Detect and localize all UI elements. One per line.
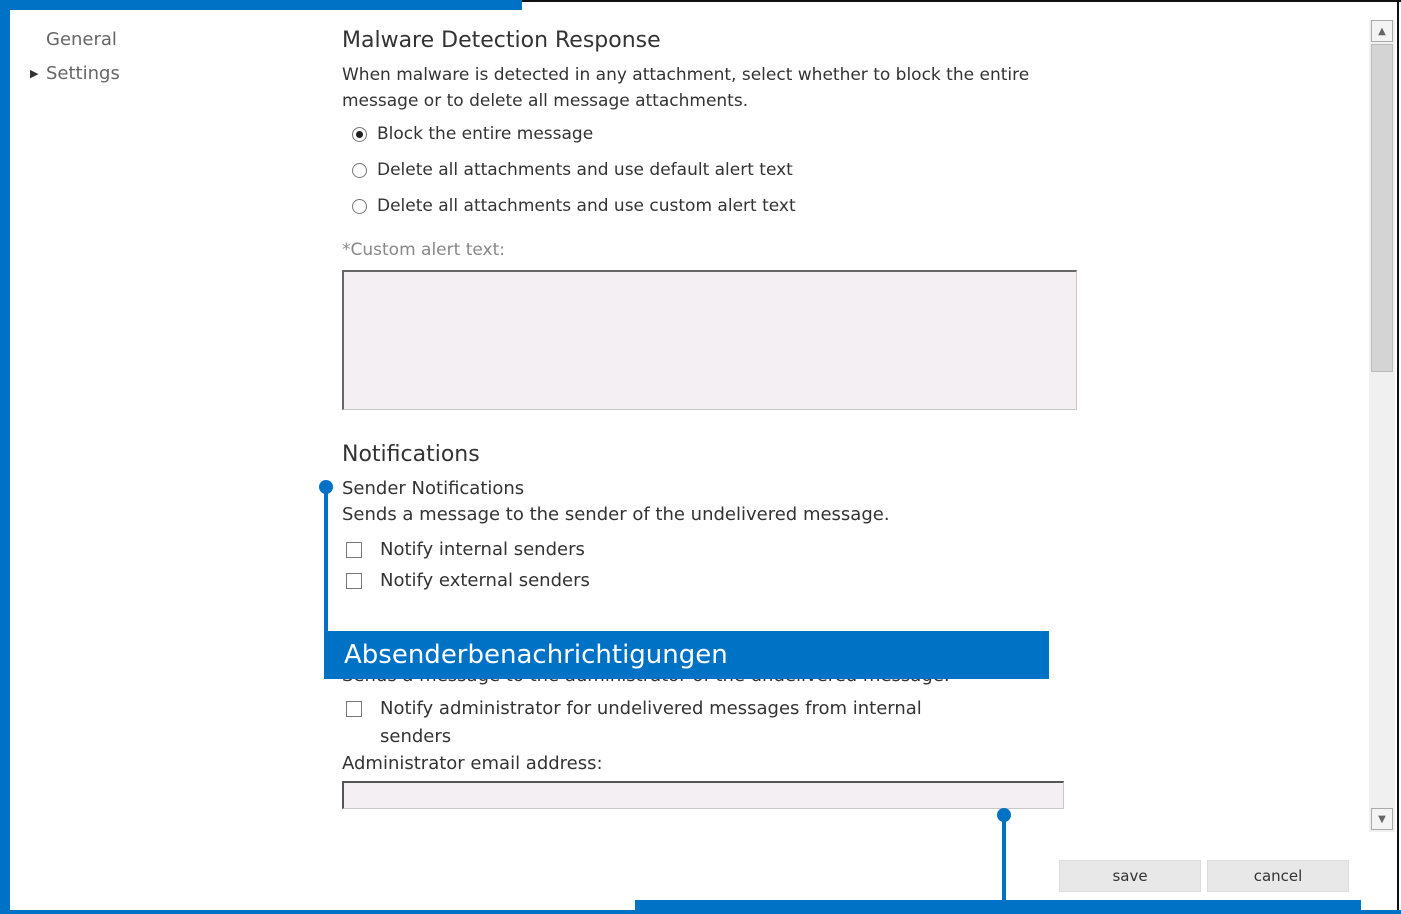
- radio-delete-default[interactable]: Delete all attachments and use default a…: [342, 152, 1342, 188]
- malware-response-radio-group: Block the entire message Delete all atta…: [342, 116, 1342, 224]
- callout-pointer-dot: [319, 480, 333, 494]
- checkbox-label: Notify internal senders: [380, 539, 585, 560]
- window-frame-left: [0, 0, 10, 914]
- admin-email-input[interactable]: [342, 781, 1064, 809]
- radio-button[interactable]: [352, 198, 367, 214]
- cancel-button[interactable]: cancel: [1207, 860, 1349, 892]
- notify-internal-senders-checkbox[interactable]: [346, 542, 362, 558]
- save-button[interactable]: save: [1059, 860, 1201, 892]
- radio-delete-custom[interactable]: Delete all attachments and use custom al…: [342, 188, 1342, 224]
- malware-section-title: Malware Detection Response: [342, 28, 661, 53]
- checkbox-label: Notify external senders: [380, 570, 590, 591]
- window-border-right: [1397, 0, 1399, 914]
- notify-admin-row[interactable]: Notify administrator for undelivered mes…: [342, 695, 946, 751]
- notifications-title: Notifications: [342, 442, 480, 467]
- nav-item-label: Settings: [46, 62, 120, 84]
- scroll-up-button[interactable]: ▲: [1371, 20, 1393, 42]
- notify-admin-checkbox[interactable]: [346, 701, 362, 717]
- callout-connector-line: [324, 487, 328, 633]
- nav-item-settings[interactable]: ▶ Settings: [30, 56, 120, 90]
- admin-email-label: Administrator email address:: [342, 753, 603, 774]
- scroll-down-button[interactable]: ▼: [1371, 808, 1393, 830]
- settings-panel: Malware Detection Response When malware …: [342, 28, 1342, 809]
- sender-notifications-title: Sender Notifications: [342, 478, 525, 499]
- custom-alert-textarea[interactable]: [342, 270, 1077, 410]
- custom-alert-label: *Custom alert text:: [342, 240, 505, 260]
- nav-item-general[interactable]: General: [30, 22, 120, 56]
- malware-description: When malware is detected in any attachme…: [342, 65, 1030, 111]
- notify-external-senders-row[interactable]: Notify external senders: [342, 567, 1342, 595]
- radio-label: Delete all attachments and use custom al…: [377, 196, 796, 216]
- window-frame-top: [0, 0, 522, 10]
- notify-internal-senders-row[interactable]: Notify internal senders: [342, 536, 1342, 564]
- side-nav: General ▶ Settings: [30, 22, 120, 90]
- nav-item-label: General: [46, 28, 117, 50]
- radio-block-message[interactable]: Block the entire message: [342, 116, 1342, 152]
- radio-label: Block the entire message: [377, 124, 594, 144]
- radio-button[interactable]: [352, 126, 367, 142]
- sender-notifications-callout: Absenderbenachrichtigungen: [324, 631, 1049, 679]
- admin-email-callout: [635, 900, 1361, 910]
- window-border-top: [522, 0, 1401, 8]
- window-frame-bottom: [0, 910, 1401, 914]
- radio-button[interactable]: [352, 162, 367, 178]
- checkbox-label: Notify administrator for undelivered mes…: [380, 698, 922, 747]
- triangle-right-icon: ▶: [30, 66, 39, 80]
- callout-connector-line: [1002, 815, 1006, 903]
- sender-notifications-description: Sends a message to the sender of the und…: [342, 504, 890, 525]
- radio-label: Delete all attachments and use default a…: [377, 160, 793, 180]
- scrollbar-thumb[interactable]: [1371, 44, 1393, 372]
- notify-external-senders-checkbox[interactable]: [346, 573, 362, 589]
- callout-pointer-dot: [997, 808, 1011, 822]
